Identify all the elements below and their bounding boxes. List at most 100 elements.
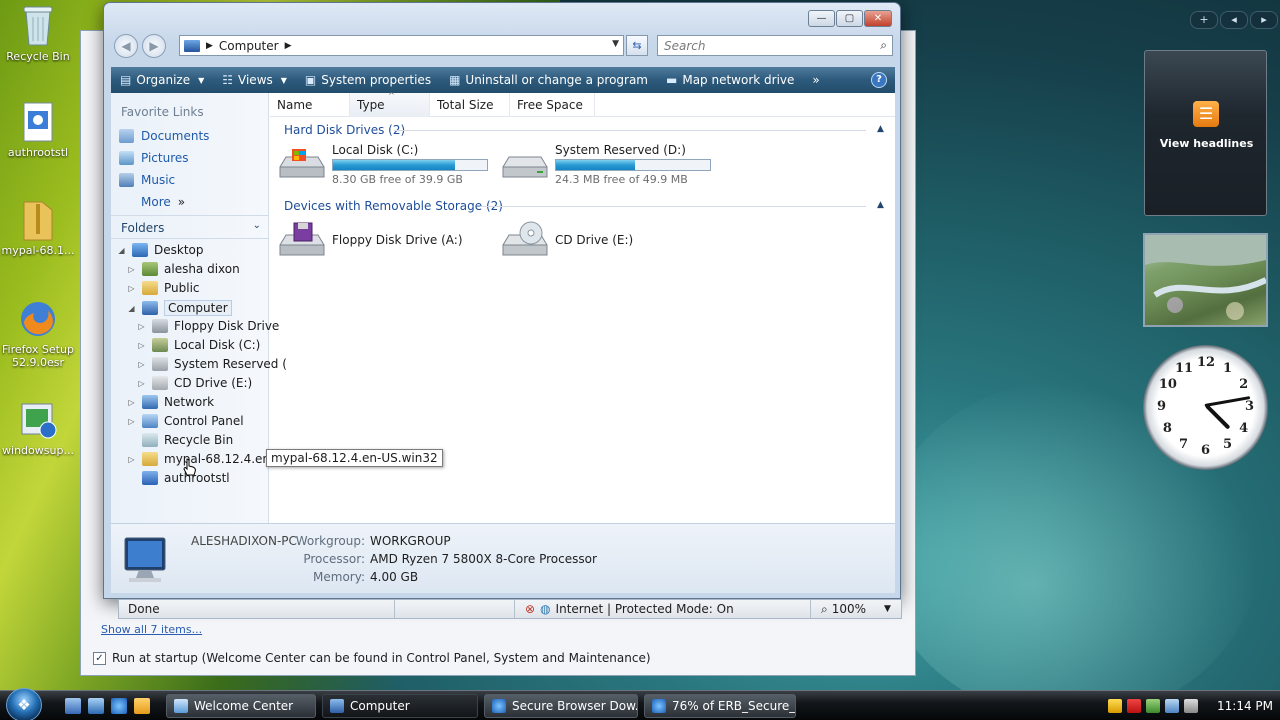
hard-disk-icon [501, 143, 549, 183]
search-icon[interactable]: ⌕ [880, 38, 887, 53]
drive-floppy-a[interactable]: Floppy Disk Drive (A:) [278, 221, 463, 261]
view-headlines-label[interactable]: View headlines [1145, 137, 1268, 150]
system-tray [1108, 691, 1198, 720]
shield-icon[interactable] [1127, 699, 1141, 713]
collapse-chevron-icon[interactable]: ⌄ [253, 220, 261, 231]
favorite-documents[interactable]: Documents [119, 129, 209, 143]
back-button[interactable]: ◀ [114, 34, 138, 58]
tree-local-disk-c[interactable]: ▷ Local Disk (C:) [137, 338, 260, 352]
tree-desktop[interactable]: ◢ Desktop [117, 243, 204, 257]
drive-system-reserved-d[interactable]: System Reserved (D:) 24.3 MB free of 49.… [501, 143, 711, 186]
column-free-space[interactable]: Free Space [510, 93, 595, 117]
clock-numeral: 6 [1201, 443, 1211, 458]
network-icon[interactable] [1165, 699, 1179, 713]
map-network-drive-button[interactable]: ▬ Map network drive [657, 67, 803, 93]
volume-muted-icon[interactable] [1184, 699, 1198, 713]
sidebar-next-button[interactable]: ▸ [1250, 11, 1278, 29]
tree-control-panel[interactable]: ▷ Control Panel [127, 414, 244, 428]
collapse-group-icon[interactable]: ▲ [877, 200, 884, 210]
windows-update-icon[interactable] [1146, 699, 1160, 713]
sidebar-add-button[interactable]: + [1190, 11, 1218, 29]
column-total-size[interactable]: Total Size [430, 93, 510, 117]
installer-icon [142, 471, 158, 485]
desktop-icon-recycle-bin[interactable]: Recycle Bin [0, 4, 76, 63]
task-secure-browser[interactable]: Secure Browser Dow... [484, 694, 638, 718]
collapsed-arrow-icon: ▷ [128, 283, 135, 293]
landscape-photo [1145, 235, 1268, 320]
organize-button[interactable]: ▤ Organize ▼ [111, 67, 213, 93]
run-at-startup-option[interactable]: ✓ Run at startup (Welcome Center can be … [93, 651, 651, 665]
maximize-button[interactable]: ▢ [836, 10, 863, 27]
uninstall-program-button[interactable]: ▦ Uninstall or change a program [440, 67, 657, 93]
minimize-button[interactable]: — [808, 10, 835, 27]
start-button[interactable]: ❖ [6, 688, 42, 720]
tree-system-reserved[interactable]: ▷ System Reserved ( [137, 357, 287, 371]
desktop-icon-authrootstl[interactable]: authrootstl [0, 100, 76, 159]
column-name[interactable]: Name [270, 93, 350, 117]
security-zone[interactable]: ⊗ ◍ Internet | Protected Mode: On [514, 600, 810, 618]
tree-floppy[interactable]: ▷ Floppy Disk Drive [137, 319, 279, 333]
slideshow-gadget[interactable] [1143, 233, 1268, 327]
drive-cd-e[interactable]: CD Drive (E:) [501, 221, 633, 261]
desktop-icon-firefox-setup[interactable]: Firefox Setup 52.9.0esr [0, 297, 76, 369]
switch-windows-icon[interactable] [88, 698, 104, 714]
drive-d-name: System Reserved (D:) [555, 143, 686, 157]
tree-network[interactable]: ▷ Network [127, 395, 214, 409]
views-button[interactable]: ☷ Views ▼ [213, 67, 296, 93]
tree-public[interactable]: ▷ Public [127, 281, 200, 295]
desktop-icon-windowsupdate[interactable]: windowsup... [0, 398, 76, 457]
tree-user[interactable]: ▷ alesha dixon [127, 262, 240, 276]
group-removable-storage[interactable]: Devices with Removable Storage (2) [284, 199, 503, 213]
help-icon[interactable]: ? [871, 72, 887, 88]
computer-explorer-window[interactable]: — ▢ ✕ ◀ ▶ ▶ Computer ▶ ▼ ⇆ Search ⌕ ▤ Org… [103, 2, 901, 599]
internet-explorer-icon[interactable] [111, 698, 127, 714]
favorite-music[interactable]: Music [119, 173, 175, 187]
hard-disk-icon [152, 357, 168, 371]
close-button[interactable]: ✕ [864, 10, 892, 27]
tree-authrootstl[interactable]: authrootstl [127, 471, 230, 485]
drive-local-disk-c[interactable]: Local Disk (C:) 8.30 GB free of 39.9 GB [278, 143, 488, 186]
task-welcome-center[interactable]: Welcome Center [166, 694, 316, 718]
minute-hand [1204, 396, 1251, 407]
tree-computer[interactable]: ◢ Computer [127, 300, 232, 316]
sidebar-controls: + ◂ ▸ [1190, 11, 1278, 29]
run-at-startup-label: Run at startup (Welcome Center can be fo… [112, 651, 651, 665]
workgroup-label: Workgroup: [295, 534, 365, 548]
favorite-pictures[interactable]: Pictures [119, 151, 189, 165]
tree-cd-drive[interactable]: ▷ CD Drive (E:) [137, 376, 252, 390]
recycle-bin-icon [18, 4, 58, 48]
task-download-progress[interactable]: 76% of ERB_Secure_... [644, 694, 796, 718]
feed-headlines-gadget[interactable]: ☰ View headlines [1144, 50, 1267, 216]
zoom-control[interactable]: ⌕ 100% ▼ [810, 600, 891, 618]
show-desktop-icon[interactable] [65, 698, 81, 714]
tree-recycle-bin[interactable]: Recycle Bin [127, 433, 233, 447]
sidebar-prev-button[interactable]: ◂ [1220, 11, 1248, 29]
search-input[interactable]: Search ⌕ [657, 35, 893, 56]
clock-numeral: 3 [1245, 399, 1255, 414]
task-computer[interactable]: Computer [322, 694, 478, 718]
folders-header[interactable]: Folders ⌄ [111, 215, 269, 239]
toolbar-overflow-button[interactable]: » [803, 67, 828, 93]
security-alert-icon[interactable] [1108, 699, 1122, 713]
system-properties-button[interactable]: ▣ System properties [296, 67, 440, 93]
refresh-button[interactable]: ⇆ [626, 35, 648, 56]
show-all-link[interactable]: Show all 7 items... [101, 623, 202, 636]
rss-icon: ☰ [1193, 101, 1219, 127]
collapse-group-icon[interactable]: ▲ [877, 124, 884, 134]
chevron-down-icon: ▼ [280, 75, 287, 85]
favorites-more-link[interactable]: More» [141, 195, 185, 209]
drive-e-name: CD Drive (E:) [555, 233, 634, 247]
breadcrumb-chevron-icon[interactable]: ▶ [285, 41, 292, 51]
cd-drive-icon [152, 376, 168, 390]
status-done: Done [128, 602, 160, 616]
address-bar[interactable]: ▶ Computer ▶ ▼ [179, 35, 624, 56]
clock-gadget[interactable]: 12 1 2 3 4 5 6 7 8 9 10 11 [1143, 345, 1268, 470]
forward-button[interactable]: ▶ [142, 34, 166, 58]
address-dropdown-icon[interactable]: ▼ [612, 39, 619, 49]
desktop-icon-mypal[interactable]: mypal-68.1... [0, 198, 76, 257]
group-hard-disk-drives[interactable]: Hard Disk Drives (2) [284, 123, 405, 137]
taskbar-clock[interactable]: 11:14 PM [1217, 699, 1273, 713]
run-at-startup-checkbox[interactable]: ✓ [93, 651, 106, 665]
media-player-icon[interactable] [134, 698, 150, 714]
breadcrumb-computer[interactable]: Computer [219, 39, 279, 53]
